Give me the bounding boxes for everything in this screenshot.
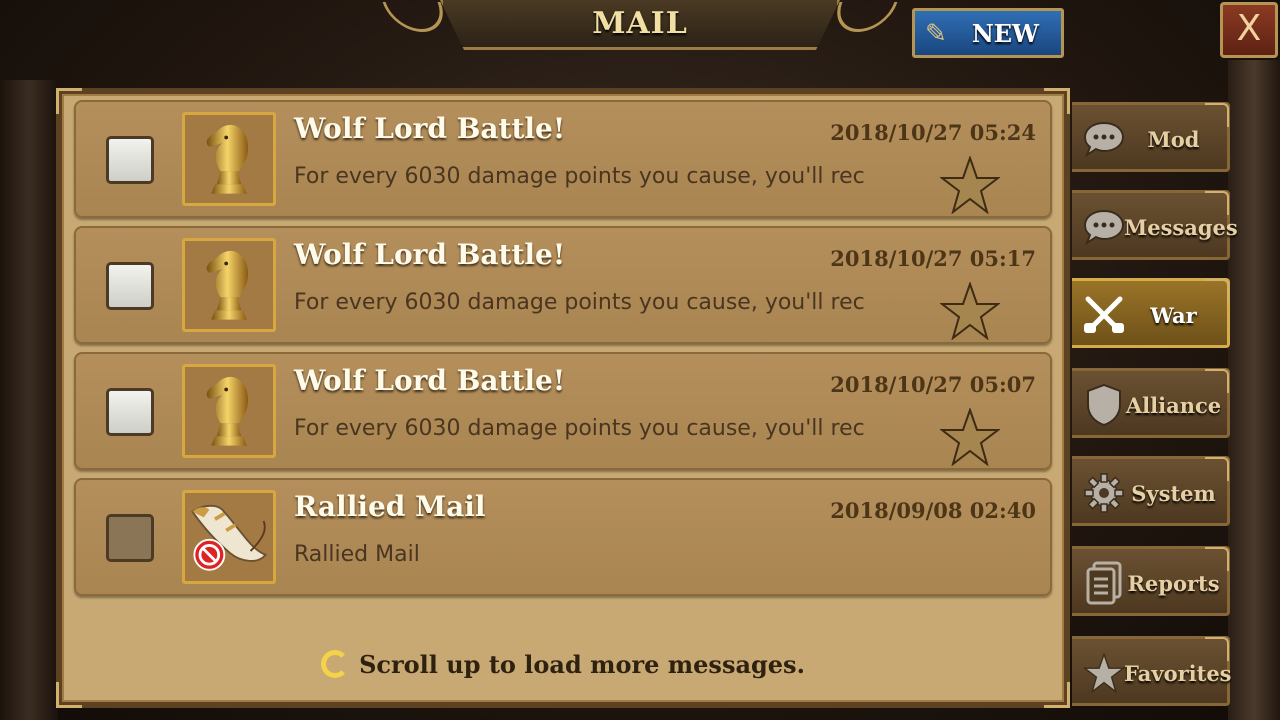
crossed-pistols-icon	[1082, 293, 1126, 337]
mail-select-checkbox[interactable]	[106, 388, 154, 436]
knight-chess-icon	[182, 364, 276, 458]
mail-preview: For every 6030 damage points you cause, …	[294, 164, 865, 189]
mail-title: Wolf Lord Battle!	[294, 112, 566, 145]
mail-row[interactable]: Wolf Lord Battle! 2018/10/27 05:17 For e…	[74, 226, 1052, 344]
mail-row[interactable]: Wolf Lord Battle! 2018/10/27 05:24 For e…	[74, 100, 1052, 218]
tab-label: Messages	[1124, 215, 1238, 240]
mail-select-checkbox[interactable]	[106, 136, 154, 184]
corner-ornament	[1044, 682, 1070, 708]
loading-spinner-icon	[321, 650, 350, 678]
mail-preview: For every 6030 damage points you cause, …	[294, 290, 865, 315]
tab-label: System	[1131, 481, 1216, 506]
title-plate: MAIL	[382, 0, 898, 50]
tab-alliance[interactable]: Alliance	[1072, 368, 1230, 438]
new-mail-button[interactable]: ✎ NEW	[912, 8, 1064, 58]
mail-row[interactable]: Wolf Lord Battle! 2018/10/27 05:07 For e…	[74, 352, 1052, 470]
chat-bubble-icon	[1082, 205, 1126, 249]
tab-label: Reports	[1127, 571, 1220, 596]
tab-favorites[interactable]: Favorites	[1072, 636, 1232, 706]
background-pillar-right	[1228, 60, 1280, 720]
load-more-text: Scroll up to load more messages.	[359, 650, 805, 679]
mail-row[interactable]: Rallied Mail 2018/09/08 02:40 Rallied Ma…	[74, 478, 1052, 596]
tab-mod[interactable]: Mod	[1072, 102, 1230, 172]
star-icon	[1082, 651, 1126, 695]
knight-chess-icon	[182, 112, 276, 206]
mail-title: Rallied Mail	[294, 490, 486, 523]
favorite-star-icon[interactable]	[940, 408, 1000, 466]
favorite-star-icon[interactable]	[940, 156, 1000, 214]
mail-preview: Rallied Mail	[294, 542, 420, 567]
gear-icon	[1082, 471, 1126, 515]
tab-system[interactable]: System	[1072, 456, 1230, 526]
mail-list: Wolf Lord Battle! 2018/10/27 05:24 For e…	[74, 100, 1052, 604]
tab-reports[interactable]: Reports	[1072, 546, 1230, 616]
tab-label: War	[1150, 303, 1197, 328]
close-button[interactable]: X	[1220, 2, 1278, 58]
tab-war[interactable]: War	[1072, 278, 1230, 348]
pencil-icon: ✎	[925, 19, 947, 49]
mail-panel: Wolf Lord Battle! 2018/10/27 05:24 For e…	[56, 88, 1070, 708]
favorite-star-icon[interactable]	[940, 282, 1000, 340]
background-pillar-left	[0, 80, 58, 720]
knight-chess-icon	[182, 238, 276, 332]
mail-date: 2018/09/08 02:40	[830, 498, 1036, 523]
tab-label: Alliance	[1125, 393, 1222, 418]
tab-label: Favorites	[1124, 661, 1232, 686]
load-more-hint: Scroll up to load more messages.	[62, 650, 1064, 679]
mail-date: 2018/10/27 05:17	[830, 246, 1036, 271]
page-title: MAIL	[592, 6, 688, 41]
mail-title: Wolf Lord Battle!	[294, 238, 566, 271]
new-mail-label: NEW	[971, 18, 1039, 48]
mail-select-checkbox[interactable]	[106, 262, 154, 310]
tab-messages[interactable]: Messages	[1072, 190, 1238, 260]
mail-select-checkbox[interactable]	[106, 514, 154, 562]
war-horn-icon	[182, 490, 276, 584]
mail-title: Wolf Lord Battle!	[294, 364, 566, 397]
mail-preview: For every 6030 damage points you cause, …	[294, 416, 865, 441]
mail-date: 2018/10/27 05:24	[830, 120, 1036, 145]
corner-ornament	[56, 682, 82, 708]
shield-icon	[1082, 383, 1126, 427]
mail-date: 2018/10/27 05:07	[830, 372, 1036, 397]
chat-bubble-icon	[1082, 117, 1126, 161]
document-icon	[1082, 561, 1126, 605]
tab-label: Mod	[1147, 127, 1200, 152]
